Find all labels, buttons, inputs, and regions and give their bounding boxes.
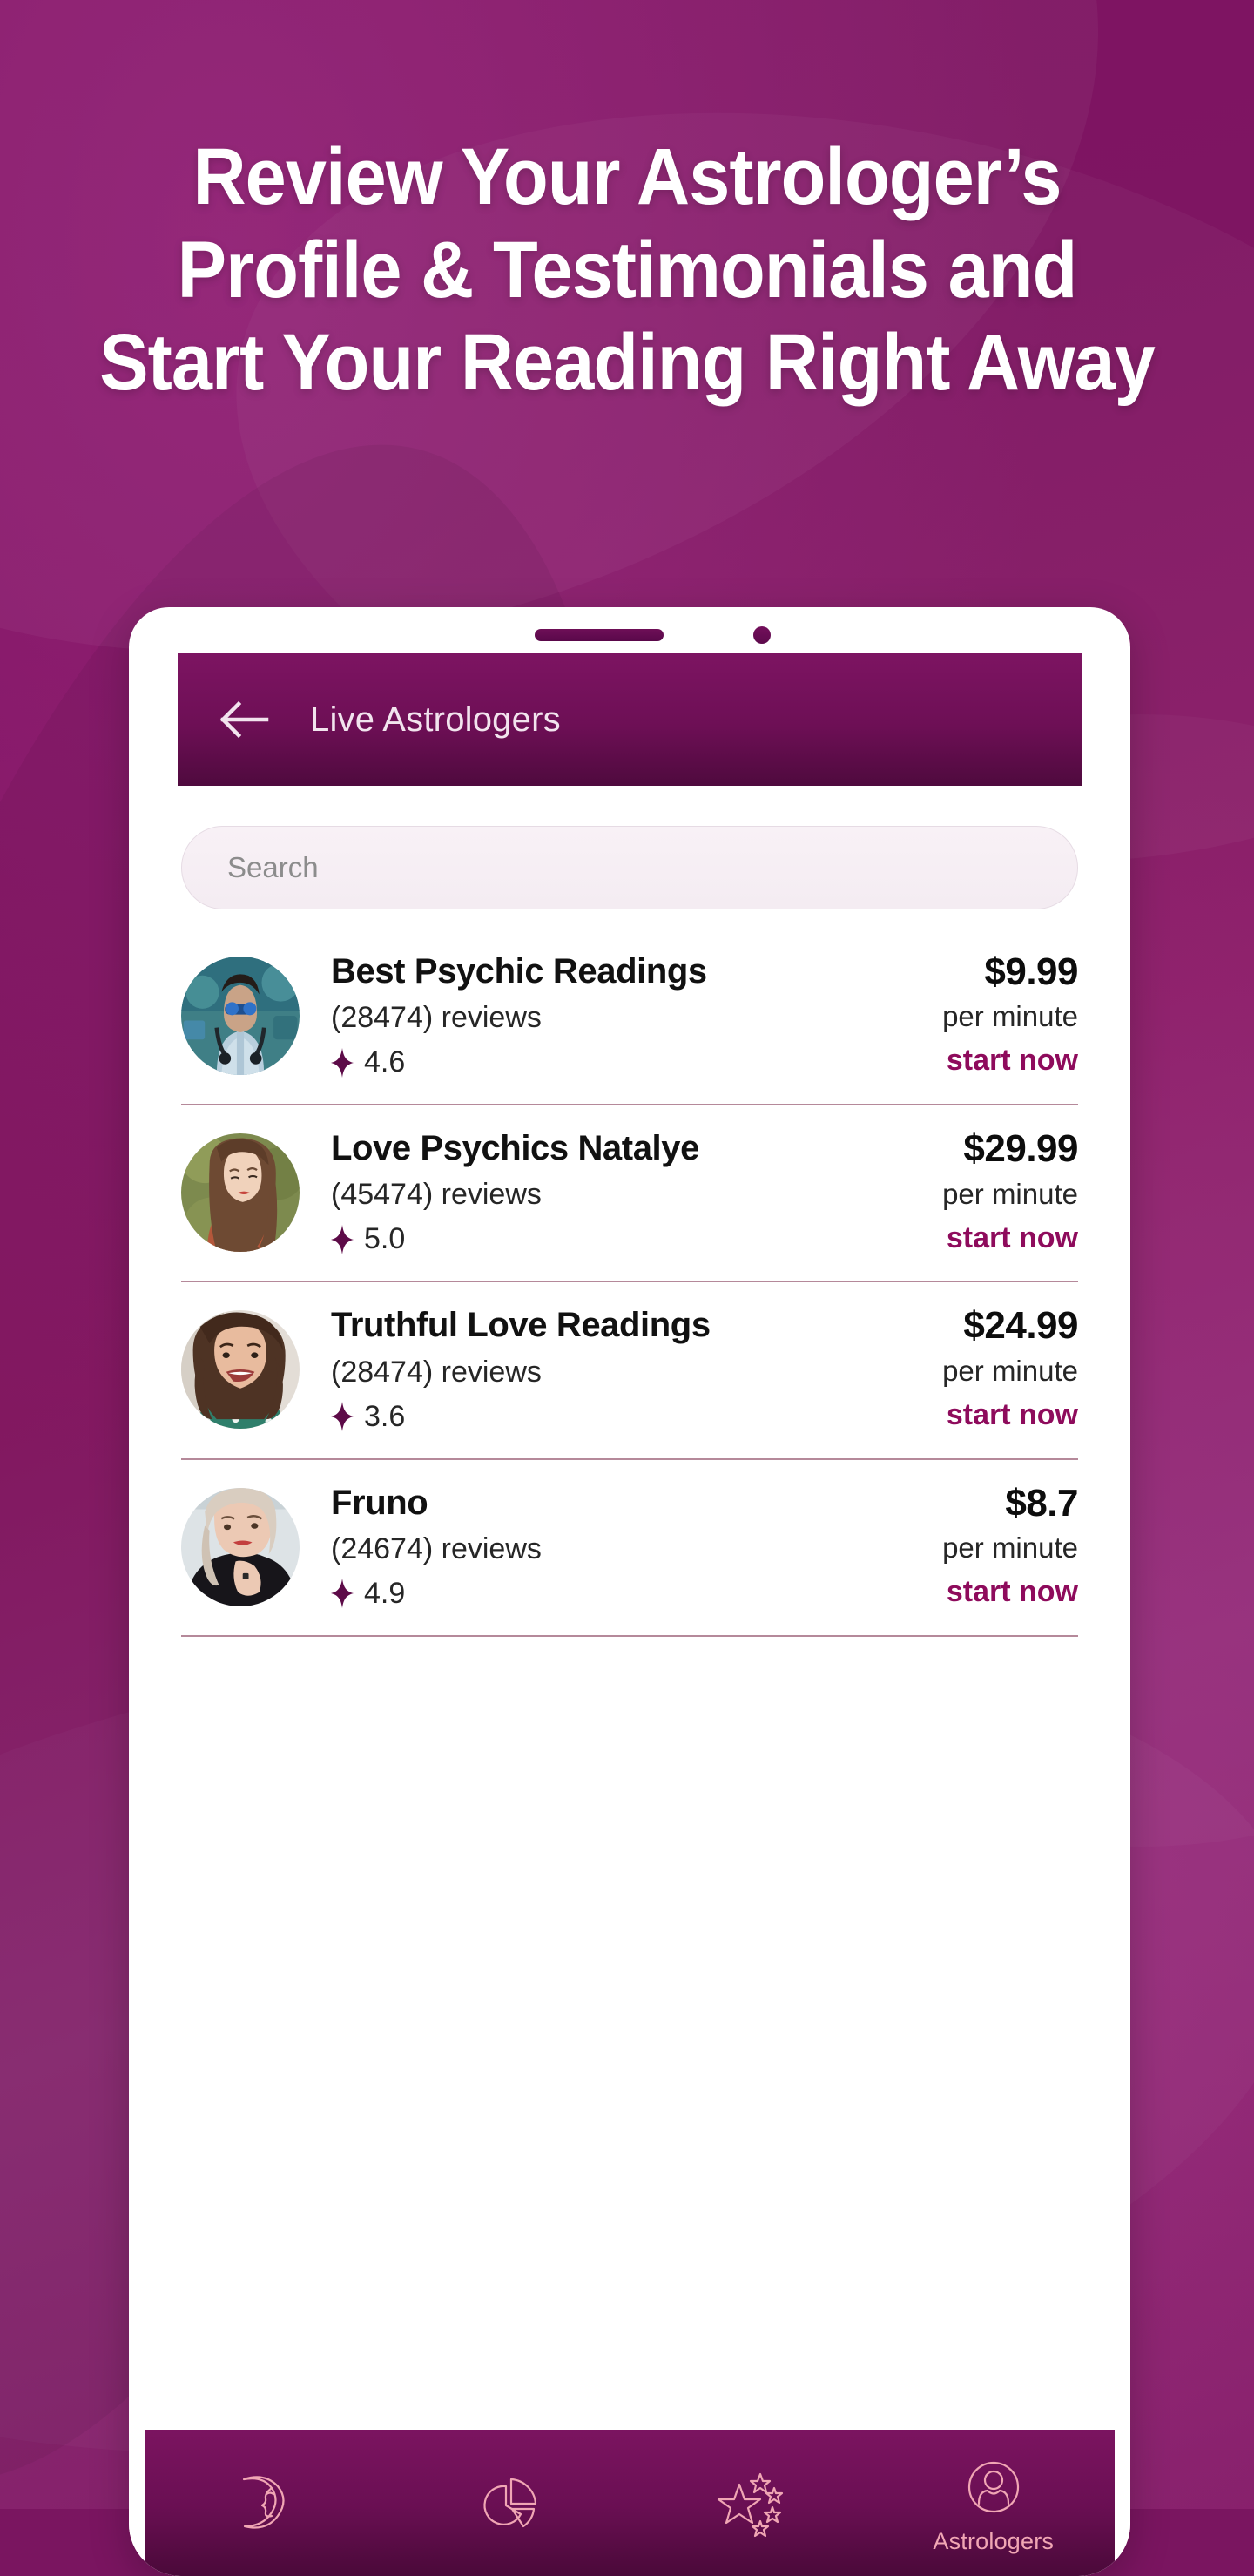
astrologer-info: Best Psychic Readings (28474) reviews 4.… (331, 950, 869, 1079)
rate-unit: per minute (942, 1177, 1078, 1210)
nav-item-stars[interactable] (630, 2430, 873, 2576)
four-point-star-icon (331, 1579, 354, 1609)
astrologer-info: Truthful Love Readings (28474) reviews 3… (331, 1303, 869, 1433)
app-header-bar: Live Astrologers (178, 653, 1082, 786)
price: $9.99 (984, 950, 1078, 993)
rate-unit: per minute (942, 1531, 1078, 1564)
nav-item-horoscope[interactable] (145, 2430, 388, 2576)
astrologer-name: Love Psychics Natalye (331, 1129, 699, 1168)
review-count: (28474) reviews (331, 1001, 542, 1035)
review-count: (28474) reviews (331, 1355, 542, 1389)
rating-value: 3.6 (364, 1399, 406, 1433)
avatar (181, 1310, 300, 1430)
astrologer-list-item[interactable]: Fruno (24674) reviews 4.9 $8.7 per minut… (181, 1460, 1079, 1637)
promo-headline: Review Your Astrologer’s Profile & Testi… (51, 131, 1204, 409)
promo-headline-line-3: Start Your Reading Right Away (99, 318, 1156, 408)
person-circle-icon (958, 2451, 1029, 2523)
rating-row: 4.6 (331, 1045, 869, 1079)
bottom-navigation-bar: Astrologers (145, 2430, 1115, 2576)
review-count: (45474) reviews (331, 1178, 542, 1212)
four-point-star-icon (331, 1224, 354, 1254)
rating-value: 4.6 (364, 1045, 406, 1079)
pricing-block: $29.99 per minute start now (869, 1126, 1078, 1254)
astrologer-list-item[interactable]: Best Psychic Readings (28474) reviews 4.… (181, 929, 1079, 1106)
rating-row: 4.9 (331, 1577, 869, 1611)
start-now-button[interactable]: start now (869, 1044, 1078, 1078)
search-box[interactable] (181, 826, 1078, 909)
rating-row: 5.0 (331, 1222, 869, 1256)
nav-item-chart[interactable] (388, 2430, 630, 2576)
astrologer-list-item[interactable]: Love Psychics Natalye (45474) reviews 5.… (181, 1105, 1079, 1283)
front-camera-dot-icon (753, 626, 771, 644)
speaker-slot-icon (535, 629, 664, 641)
start-now-button[interactable]: start now (869, 1575, 1078, 1609)
astrologer-name: Best Psychic Readings (331, 952, 707, 991)
astrologer-list: Best Psychic Readings (28474) reviews 4.… (162, 929, 1097, 1637)
astrologer-name: Truthful Love Readings (331, 1306, 711, 1345)
promo-headline-line-1: Review Your Astrologer’s (192, 132, 1062, 221)
price: $24.99 (963, 1304, 1078, 1348)
app-screen: Live Astrologers Search Best Psychic Rea… (129, 653, 1130, 2576)
rate-unit: per minute (942, 1354, 1078, 1387)
astrologer-info: Fruno (24674) reviews 4.9 (331, 1481, 869, 1611)
rate-unit: per minute (942, 1000, 1078, 1033)
avatar (181, 1487, 300, 1606)
review-count: (24674) reviews (331, 1531, 542, 1565)
pricing-block: $24.99 per minute start now (869, 1303, 1078, 1431)
page-title: Live Astrologers (310, 700, 561, 739)
four-point-star-icon (331, 1402, 354, 1432)
crescent-moon-face-icon (230, 2467, 301, 2539)
nav-item-astrologers[interactable]: Astrologers (873, 2430, 1116, 2576)
pie-chart-wheel-icon (473, 2467, 544, 2539)
avatar (181, 957, 300, 1075)
search-input[interactable] (227, 851, 993, 884)
astrologer-list-item[interactable]: Truthful Love Readings (28474) reviews 3… (181, 1282, 1079, 1460)
start-now-button[interactable]: start now (869, 1221, 1078, 1255)
phone-mockup: Live Astrologers Search Best Psychic Rea… (129, 607, 1130, 2576)
price: $8.7 (1005, 1481, 1078, 1525)
astrologer-name: Fruno (331, 1483, 428, 1522)
phone-top-bezel (129, 607, 1130, 653)
avatar (181, 1133, 300, 1253)
search-section (162, 786, 1097, 909)
pricing-block: $9.99 per minute start now (869, 950, 1078, 1078)
nav-label: Astrologers (933, 2527, 1055, 2554)
rating-value: 5.0 (364, 1222, 406, 1256)
start-now-button[interactable]: start now (869, 1398, 1078, 1432)
rating-value: 4.9 (364, 1576, 406, 1610)
promo-headline-line-2: Profile & Testimonials and (177, 225, 1078, 314)
star-cluster-icon (715, 2467, 786, 2539)
rating-row: 3.6 (331, 1400, 869, 1434)
four-point-star-icon (331, 1047, 354, 1078)
astrologer-info: Love Psychics Natalye (45474) reviews 5.… (331, 1126, 869, 1256)
pricing-block: $8.7 per minute start now (869, 1481, 1078, 1609)
price: $29.99 (963, 1127, 1078, 1171)
back-arrow-icon[interactable] (219, 700, 270, 739)
